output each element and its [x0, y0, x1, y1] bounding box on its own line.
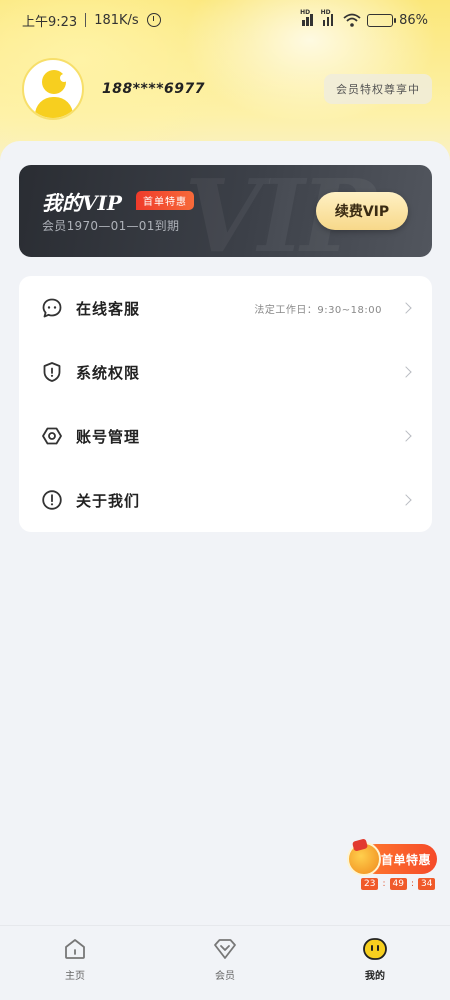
menu-label: 关于我们: [76, 491, 141, 510]
status-time: 上午9:23: [22, 14, 78, 30]
countdown-minutes: 49: [389, 878, 407, 890]
hd-label: HD: [320, 9, 331, 16]
nav-item-home[interactable]: 主页: [0, 926, 150, 1000]
menu-label: 系统权限: [76, 363, 141, 382]
battery-icon: [367, 13, 397, 27]
nav-label: 我的: [365, 971, 385, 982]
countdown-separator: :: [410, 879, 414, 889]
menu-item-account-management[interactable]: 账号管理: [19, 404, 432, 468]
hd-label: HD: [300, 9, 311, 16]
status-bar: 上午9:23 181K/s HD HD 86%: [0, 0, 450, 40]
vip-card[interactable]: VIP 我的VIP 首单特惠 会员1970—01—01到期 续费VIP: [19, 165, 432, 257]
bottom-nav: 主页 会员 我的: [0, 925, 450, 1000]
vip-title: 我的VIP: [42, 191, 122, 215]
nav-item-membership[interactable]: 会员: [150, 926, 300, 1000]
member-privilege-badge[interactable]: 会员特权尊享中: [324, 74, 432, 104]
countdown-seconds: 34: [418, 878, 436, 890]
alarm-icon: [146, 13, 161, 27]
diamond-icon: [214, 939, 236, 959]
renew-vip-button[interactable]: 续费VIP: [316, 192, 408, 230]
status-speed: 181K/s: [94, 12, 139, 28]
chevron-right-icon: [400, 430, 412, 442]
nav-label: 会员: [215, 971, 235, 982]
menu-item-customer-service[interactable]: 在线客服 法定工作日：9:30~18:00: [19, 276, 432, 340]
battery-percent: 86%: [399, 12, 428, 28]
shield-icon: [41, 361, 63, 383]
signal-icon: HD: [321, 9, 338, 26]
floating-promo[interactable]: 首单特惠 23 : 49 : 34: [347, 842, 439, 892]
menu-label: 在线客服: [76, 299, 141, 318]
hexagon-settings-icon: [41, 425, 63, 447]
nav-label: 主页: [65, 971, 85, 982]
wifi-icon: [343, 13, 361, 27]
content-sheet: [0, 141, 450, 931]
signal-icon: HD: [300, 9, 317, 26]
chat-bubble-icon: [41, 297, 63, 319]
promo-countdown: 23 : 49 : 34: [361, 878, 436, 890]
chevron-right-icon: [400, 366, 412, 378]
phone-number: 188****6977: [102, 81, 205, 97]
avatar[interactable]: [22, 58, 84, 120]
menu-item-system-permissions[interactable]: 系统权限: [19, 340, 432, 404]
countdown-hours: 23: [361, 878, 379, 890]
chevron-right-icon: [400, 302, 412, 314]
countdown-separator: :: [382, 879, 386, 889]
status-divider: [85, 13, 87, 27]
vip-promo-badge: 首单特惠: [136, 191, 194, 210]
settings-menu: 在线客服 法定工作日：9:30~18:00 系统权限 账号管理 关于我们: [19, 276, 432, 532]
face-icon: [363, 938, 387, 960]
menu-item-about-us[interactable]: 关于我们: [19, 468, 432, 532]
gift-icon: [347, 842, 381, 876]
home-icon: [65, 939, 85, 959]
service-hours: 法定工作日：9:30~18:00: [254, 304, 382, 316]
menu-label: 账号管理: [76, 427, 141, 446]
vip-expire-date: 会员1970—01—01到期: [42, 219, 180, 233]
info-icon: [41, 489, 63, 511]
chevron-right-icon: [400, 494, 412, 506]
nav-item-mine[interactable]: 我的: [300, 926, 450, 1000]
profile-header: 188****6977 会员特权尊享中: [22, 57, 432, 121]
